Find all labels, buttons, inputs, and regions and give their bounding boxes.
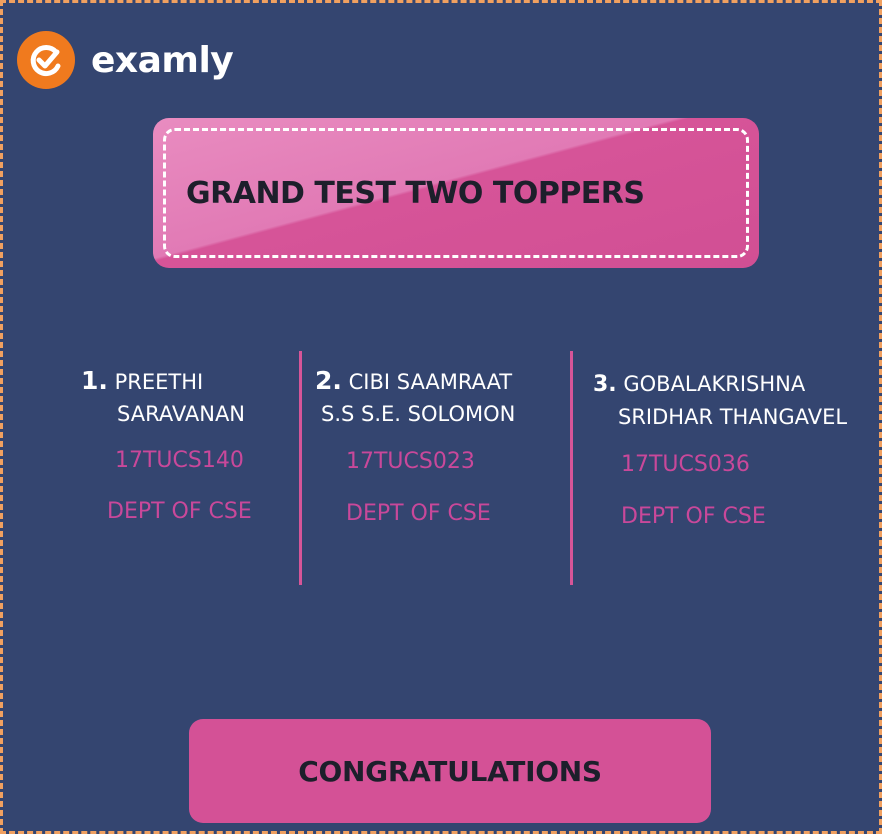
page-title: GRAND TEST TWO TOPPERS [186, 175, 645, 211]
topper-2-id: 17TUCS023 [346, 449, 475, 474]
topper-2-name-line2: S.S S.E. SOLOMON [321, 402, 516, 426]
topper-3-name-line1: 3. GOBALAKRISHNA [593, 368, 847, 401]
topper-1-rank: 1. [81, 366, 108, 395]
topper-1-dept: DEPT OF CSE [107, 499, 252, 524]
topper-1-first-name: PREETHI [114, 370, 204, 394]
topper-2-dept: DEPT OF CSE [346, 501, 491, 526]
topper-1-name-line1: 1. PREETHI [81, 365, 245, 398]
topper-3-rank: 3. [593, 372, 617, 397]
examly-logo-icon [17, 31, 75, 89]
topper-3-name-line2: SRIDHAR THANGAVEL [618, 405, 848, 429]
topper-1-name-line2: SARAVANAN [117, 402, 246, 426]
brand-logo: examly [17, 31, 234, 89]
topper-1-id: 17TUCS140 [115, 448, 244, 473]
topper-1-name: 1. PREETHI SARAVANAN [81, 365, 245, 430]
topper-3-name: 3. GOBALAKRISHNA SRIDHAR THANGAVEL [593, 368, 847, 433]
congratulations-label: CONGRATULATIONS [298, 754, 602, 788]
column-divider-2 [570, 351, 573, 585]
topper-2-first-name: CIBI SAAMRAAT [348, 370, 513, 394]
topper-3-id: 17TUCS036 [621, 452, 750, 477]
topper-2-rank: 2. [315, 366, 342, 395]
title-banner: GRAND TEST TWO TOPPERS [153, 118, 759, 268]
poster-frame: examly GRAND TEST TWO TOPPERS 1. PREETHI… [0, 0, 882, 834]
topper-2-name-line1: 2. CIBI SAAMRAAT [315, 365, 515, 398]
congratulations-banner: CONGRATULATIONS [189, 719, 711, 823]
brand-name: examly [91, 39, 234, 81]
topper-3-first-name: GOBALAKRISHNA [623, 372, 806, 396]
topper-3-dept: DEPT OF CSE [621, 504, 766, 529]
column-divider-1 [299, 351, 302, 585]
topper-2-name: 2. CIBI SAAMRAAT S.S S.E. SOLOMON [315, 365, 515, 430]
title-banner-border: GRAND TEST TWO TOPPERS [163, 128, 749, 258]
